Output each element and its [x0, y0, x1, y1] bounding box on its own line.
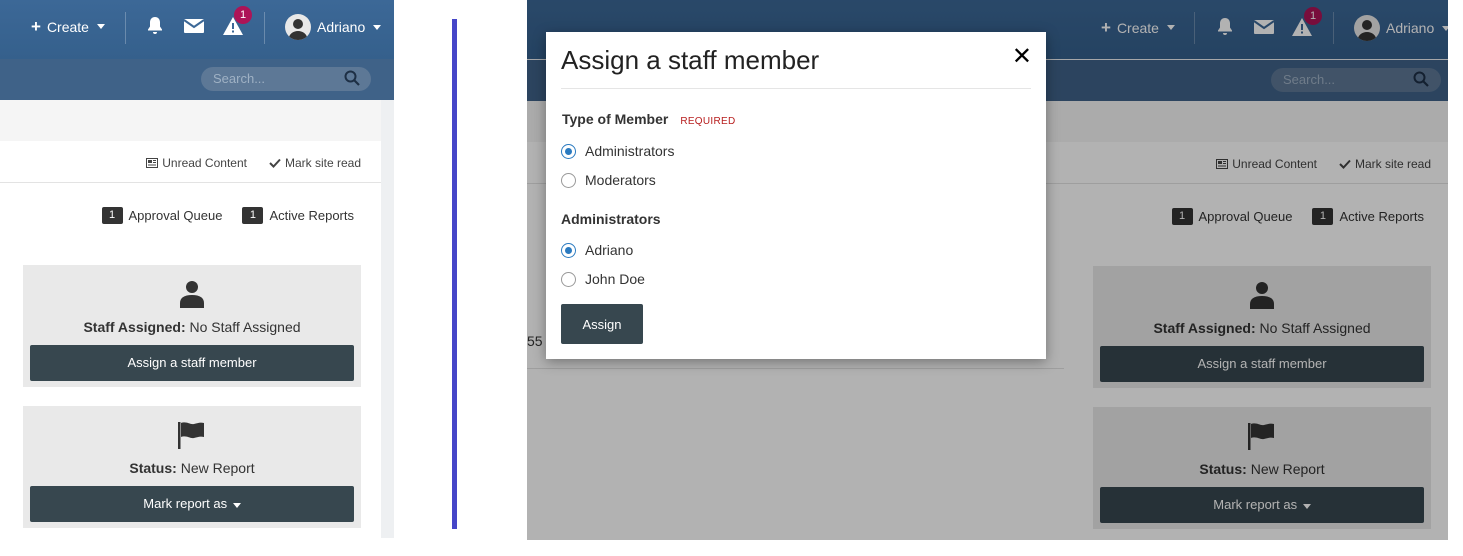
close-icon[interactable]: ✕	[1012, 45, 1032, 69]
create-label: Create	[46, 18, 89, 35]
left-panel: + Create 1 Adriano Search... Unread Cont…	[0, 0, 394, 538]
count-badge: 1	[242, 207, 264, 224]
radio-label: Adriano	[585, 242, 634, 258]
divider	[0, 182, 381, 183]
check-icon	[269, 158, 281, 168]
radio-administrators[interactable]: Administrators	[561, 143, 674, 159]
page-content: Unread Content Mark site read 1 Approval…	[0, 141, 381, 538]
approval-queue-label: Approval Queue	[128, 208, 223, 223]
flag-icon	[178, 422, 204, 449]
search-icon[interactable]	[344, 70, 360, 91]
radio-button[interactable]	[561, 271, 576, 287]
create-menu[interactable]: + Create	[31, 18, 105, 35]
envelope-icon[interactable]	[183, 17, 205, 35]
alert-badge: 1	[234, 6, 252, 24]
sub-navbar	[0, 59, 394, 100]
user-icon	[180, 281, 204, 308]
radio-label: John Doe	[585, 271, 645, 287]
administrators-label: Administrators	[561, 211, 661, 227]
dialog-divider	[561, 88, 1031, 89]
radio-button[interactable]	[561, 172, 576, 188]
top-navbar: + Create 1 Adriano	[0, 0, 394, 59]
radio-label: Moderators	[585, 172, 656, 188]
radio-adriano[interactable]: Adriano	[561, 242, 633, 258]
required-tag: REQUIRED	[680, 116, 736, 127]
type-of-member-label: Type of Member REQUIRED	[562, 111, 736, 127]
bell-icon[interactable]	[145, 16, 165, 36]
user-menu[interactable]: Adriano	[285, 14, 382, 40]
status-text: Status: New Report	[129, 460, 255, 476]
avatar	[285, 14, 311, 40]
dialog-title: Assign a staff member	[561, 45, 820, 75]
user-name: Adriano	[317, 19, 366, 35]
radio-button-checked[interactable]	[561, 242, 576, 258]
assign-staff-dialog: Assign a staff member ✕ Type of Member RE…	[546, 32, 1046, 359]
radio-label: Administrators	[585, 143, 675, 159]
breadcrumb-bar	[0, 100, 381, 141]
chevron-down-icon	[373, 24, 382, 30]
vertical-divider-bar	[452, 19, 457, 529]
staff-card: Staff Assigned: No Staff Assigned Assign…	[23, 265, 361, 387]
nav-separator	[125, 12, 126, 44]
chevron-down-icon	[232, 503, 241, 508]
nav-separator	[264, 12, 265, 44]
active-reports-link[interactable]: 1 Active Reports	[242, 207, 354, 224]
unread-content-link[interactable]: Unread Content	[146, 156, 247, 170]
mark-site-read-link[interactable]: Mark site read	[269, 156, 361, 170]
count-badge: 1	[101, 207, 123, 224]
moderation-counts: 1 Approval Queue 1 Active Reports	[101, 207, 354, 224]
staff-assigned-text: Staff Assigned: No Staff Assigned	[83, 319, 301, 335]
radio-john-doe[interactable]: John Doe	[561, 271, 645, 287]
plus-icon: +	[31, 17, 41, 36]
mark-report-button[interactable]: Mark report as	[30, 486, 354, 522]
radio-button-checked[interactable]	[561, 143, 576, 159]
activity-links: Unread Content Mark site read	[146, 156, 361, 170]
chevron-down-icon	[96, 24, 105, 29]
active-reports-label: Active Reports	[269, 208, 354, 223]
radio-moderators[interactable]: Moderators	[561, 172, 656, 188]
assign-staff-button[interactable]: Assign a staff member	[30, 345, 354, 381]
newspaper-icon	[146, 158, 159, 168]
approval-queue-link[interactable]: 1 Approval Queue	[101, 207, 223, 224]
status-card: Status: New Report Mark report as	[23, 406, 361, 528]
assign-button[interactable]: Assign	[561, 304, 643, 344]
mark-report-label: Mark report as	[143, 496, 228, 511]
